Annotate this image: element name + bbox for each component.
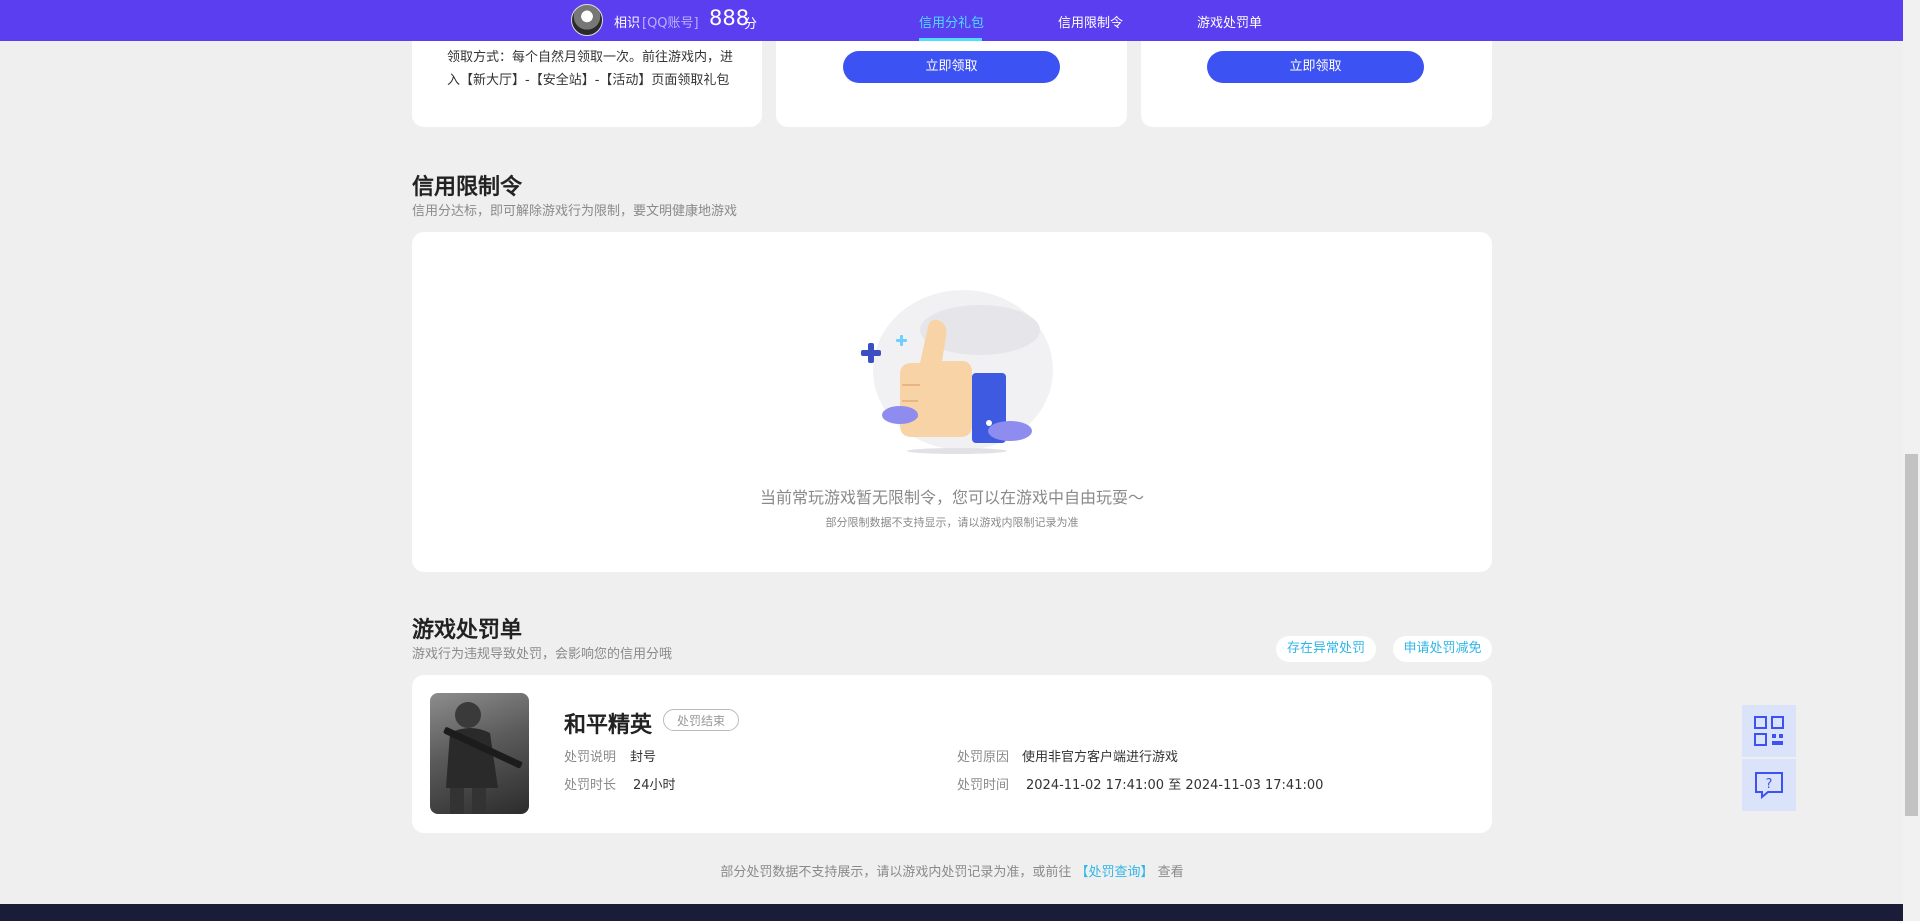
restriction-title: 信用限制令 <box>412 175 523 200</box>
penalty-subtitle: 游戏行为违规导致处罚，会影响您的信用分哦 <box>412 647 673 662</box>
tab-credit-restriction[interactable]: 信用限制令 <box>1058 12 1123 31</box>
penalty-reason-value: 使用非官方客户端进行游戏 <box>1022 750 1179 765</box>
svg-text:?: ? <box>1766 777 1773 792</box>
penalty-time-label: 处罚时间 <box>957 778 1010 793</box>
qr-code-icon <box>1754 716 1784 746</box>
appeal-penalty-button[interactable]: 申请处罚减免 <box>1393 636 1492 662</box>
thumbs-up-illustration <box>861 290 1053 454</box>
claim-button-1[interactable]: 立即领取 <box>843 51 1060 83</box>
penalty-desc-value: 封号 <box>630 750 657 765</box>
qr-code-button[interactable] <box>1742 705 1796 757</box>
scrollbar-thumb[interactable] <box>1905 454 1918 816</box>
restriction-subtitle: 信用分达标，即可解除游戏行为限制，要文明健康地游戏 <box>412 204 738 219</box>
avatar[interactable] <box>571 4 603 36</box>
penalty-duration-label: 处罚时长 <box>564 778 617 793</box>
penalty-desc-label: 处罚说明 <box>564 750 617 765</box>
penalty-query-link[interactable]: 【处罚查询】 <box>1075 865 1153 880</box>
abnormal-penalty-button[interactable]: 存在异常处罚 <box>1276 636 1376 662</box>
top-navbar: 相识 [QQ账号] 888 分 信用分礼包 信用限制令 游戏处罚单 <box>0 0 1903 41</box>
active-tab-indicator <box>919 38 982 41</box>
page-scrollbar[interactable] <box>1903 0 1920 921</box>
penalty-reason-label: 处罚原因 <box>957 750 1010 765</box>
tab-game-penalty[interactable]: 游戏处罚单 <box>1197 12 1262 31</box>
penalty-title: 游戏处罚单 <box>412 618 523 643</box>
credit-score-unit: 分 <box>744 17 758 32</box>
penalty-time-value: 2024-11-02 17:41:00 至 2024-11-03 17:41:0… <box>1026 778 1324 793</box>
claim-method-text: 领取方式：每个自然月领取一次。前往游戏内，进入【新大厅】-【安全站】-【活动】页… <box>447 50 734 88</box>
account-type: [QQ账号] <box>642 16 699 31</box>
footnote-text: 部分处罚数据不支持展示，请以游戏内处罚记录为准，或前往 <box>720 865 1072 880</box>
empty-state-note: 部分限制数据不支持显示，请以游戏内限制记录为准 <box>825 516 1079 529</box>
status-badge: 处罚结束 <box>663 709 739 731</box>
game-name: 和平精英 <box>564 713 653 738</box>
username: 相识 <box>614 16 641 31</box>
game-cover-image <box>430 693 529 814</box>
help-chat-icon: ? <box>1755 772 1783 800</box>
soldier-figure <box>443 702 523 814</box>
claim-button-2[interactable]: 立即领取 <box>1207 51 1424 83</box>
penalty-footnote: 部分处罚数据不支持展示，请以游戏内处罚记录为准，或前往 【处罚查询】 查看 <box>412 861 1492 880</box>
tab-credit-gift[interactable]: 信用分礼包 <box>919 12 984 31</box>
footnote-suffix: 查看 <box>1157 865 1184 880</box>
empty-state-message: 当前常玩游戏暂无限制令，您可以在游戏中自由玩耍～ <box>759 488 1144 507</box>
page-footer <box>0 904 1903 921</box>
help-button[interactable]: ? <box>1742 759 1796 811</box>
penalty-duration-value: 24小时 <box>633 778 676 793</box>
